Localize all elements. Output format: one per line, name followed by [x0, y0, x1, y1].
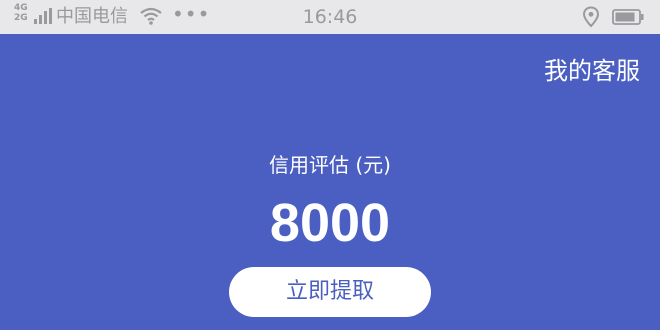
- status-time: 16:46: [302, 6, 358, 28]
- withdraw-now-button[interactable]: 立即提取: [229, 267, 431, 317]
- credit-assessment-label: 信用评估 (元): [269, 153, 391, 177]
- credit-amount-value: 8000: [269, 193, 391, 253]
- location-icon: [582, 6, 600, 28]
- customer-service-link[interactable]: 我的客服: [544, 56, 640, 86]
- app-screen: 4G 2G 中国电信 ••• 16:46 我的客服 信用评估 (元) 8000 …: [0, 0, 660, 330]
- status-bar: 4G 2G 中国电信 ••• 16:46: [0, 0, 660, 34]
- battery-icon: [612, 9, 644, 25]
